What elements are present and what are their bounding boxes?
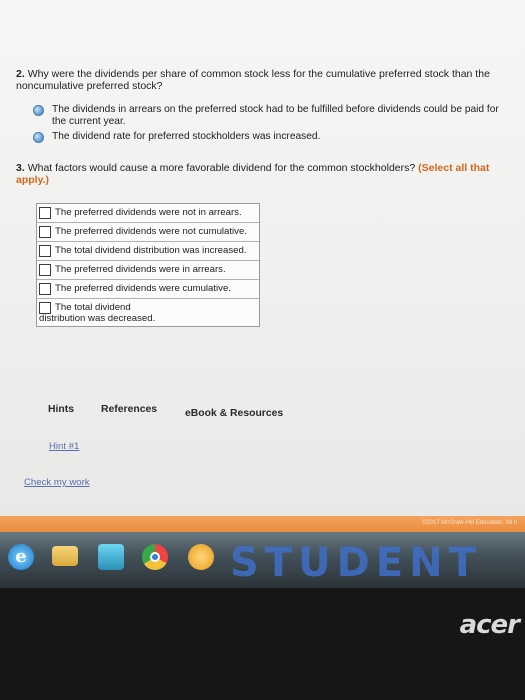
copyright-watermark: ©2017 McGraw-Hill Education. All ri	[421, 520, 517, 526]
tab-hints[interactable]: Hints	[48, 404, 74, 415]
radio-icon[interactable]	[33, 105, 44, 116]
ie-icon[interactable]: e	[8, 544, 34, 570]
question-3-option-2-label: The preferred dividends were not cumulat…	[55, 226, 247, 237]
question-3-option-1[interactable]: The preferred dividends were not in arre…	[37, 204, 259, 223]
question-2-number: 2.	[16, 68, 25, 80]
student-banner: STUDENT	[230, 540, 482, 586]
chrome-icon[interactable]	[142, 544, 168, 570]
question-3-option-4[interactable]: The preferred dividends were in arrears.	[37, 261, 259, 280]
question-3-option-4-label: The preferred dividends were in arrears.	[55, 264, 226, 275]
checkbox-icon[interactable]	[39, 226, 51, 238]
question-3-option-6-label: The total dividend distribution was decr…	[39, 302, 156, 324]
screen: 2. Why were the dividends per share of c…	[0, 0, 525, 532]
orb-icon[interactable]	[188, 544, 214, 570]
question-2-text: Why were the dividends per share of comm…	[16, 68, 490, 92]
checkbox-icon[interactable]	[39, 302, 51, 314]
checkbox-icon[interactable]	[39, 264, 51, 276]
question-3-option-2[interactable]: The preferred dividends were not cumulat…	[37, 223, 259, 242]
tab-references[interactable]: References	[101, 404, 157, 415]
checkbox-icon[interactable]	[39, 245, 51, 257]
question-3: 3. What factors would cause a more favor…	[16, 162, 513, 186]
question-3-text: What factors would cause a more favorabl…	[27, 162, 416, 174]
folder-icon[interactable]	[52, 546, 78, 566]
checkbox-icon[interactable]	[39, 283, 51, 295]
hint-1-link[interactable]: Hint #1	[49, 441, 79, 452]
question-2-option-2-label: The dividend rate for preferred stockhol…	[52, 131, 321, 142]
radio-icon[interactable]	[33, 132, 44, 143]
question-3-option-5[interactable]: The preferred dividends were cumulative.	[37, 280, 259, 299]
monitor-bezel	[0, 588, 525, 700]
tab-ebook-resources[interactable]: eBook & Resources	[185, 408, 283, 419]
question-3-option-5-label: The preferred dividends were cumulative.	[55, 283, 231, 294]
question-3-option-1-label: The preferred dividends were not in arre…	[55, 207, 242, 218]
media-icon[interactable]	[98, 544, 124, 570]
question-3-option-3[interactable]: The total dividend distribution was incr…	[37, 242, 259, 261]
question-3-options: The preferred dividends were not in arre…	[36, 203, 260, 327]
question-2-option-1-label: The dividends in arrears on the preferre…	[52, 104, 499, 127]
acer-logo: acer	[459, 610, 520, 640]
question-3-option-3-label: The total dividend distribution was incr…	[55, 245, 247, 256]
question-3-number: 3.	[16, 162, 25, 174]
check-my-work-link[interactable]: Check my work	[24, 477, 90, 488]
checkbox-icon[interactable]	[39, 207, 51, 219]
question-2: 2. Why were the dividends per share of c…	[16, 68, 513, 92]
question-3-option-6[interactable]: The total dividend distribution was decr…	[37, 299, 259, 326]
